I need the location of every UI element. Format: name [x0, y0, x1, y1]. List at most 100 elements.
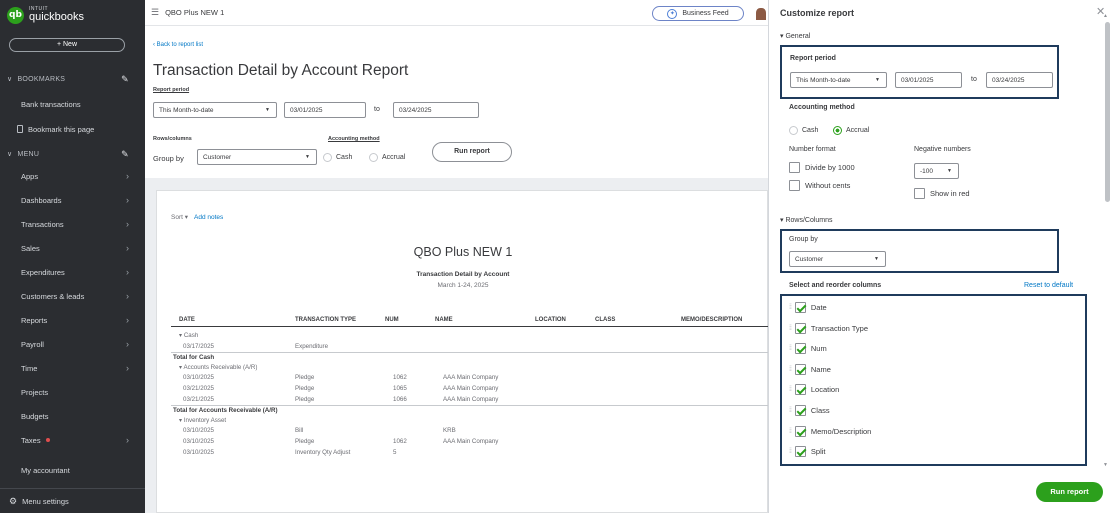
quickbooks-logo[interactable]: qb INTUIT quickbooks	[0, 0, 145, 30]
back-to-report-list-link[interactable]: ‹ Back to report list	[153, 42, 203, 48]
panel-to-date-value: 03/24/2025	[992, 76, 1025, 84]
table-row[interactable]: 03/10/2025 Bill KRB	[171, 426, 769, 437]
column-header[interactable]: CLASS	[595, 317, 615, 323]
bookmarks-section[interactable]: ∨ BOOKMARKS ✎	[0, 70, 145, 88]
column-option[interactable]: ⁞⁞ Location	[789, 384, 839, 396]
panel-group-by-select[interactable]: Customer ▼	[789, 251, 886, 267]
reset-to-default-link[interactable]: Reset to default	[1024, 282, 1073, 289]
sidebar-item-payroll[interactable]: Payroll ›	[0, 334, 145, 354]
sidebar-item-customers-leads[interactable]: Customers & leads ›	[0, 286, 145, 306]
checkbox-checked-icon[interactable]	[794, 302, 806, 313]
table-cell-type: Pledge	[295, 385, 315, 392]
table-row[interactable]: 03/10/2025 Pledge 1062 AAA Main Company	[171, 437, 769, 448]
checkbox-checked-icon[interactable]	[794, 363, 806, 375]
menu-section[interactable]: ∨ MENU ✎	[0, 145, 145, 163]
sort-button[interactable]: Sort ▾ Add notes	[171, 213, 223, 221]
column-option[interactable]: ⁞⁞ Memo/Description	[789, 425, 871, 437]
column-header[interactable]: LOCATION	[535, 317, 566, 323]
cash-radio[interactable]: Cash	[323, 153, 352, 162]
checkbox-checked-icon[interactable]	[794, 322, 806, 334]
drag-handle-icon[interactable]: ⁞⁞	[789, 386, 792, 393]
accrual-radio[interactable]: Accrual	[369, 153, 405, 162]
drag-handle-icon[interactable]: ⁞⁞	[789, 345, 792, 352]
table-row[interactable]: ▾ Inventory Asset	[171, 416, 769, 427]
sidebar-item-dashboards[interactable]: Dashboards ›	[0, 190, 145, 210]
sidebar-item-reports[interactable]: Reports ›	[0, 310, 145, 330]
pencil-icon[interactable]: ✎	[121, 74, 129, 85]
column-option-label: Class	[810, 406, 830, 415]
report-period-select[interactable]: This Month-to-date ▼	[153, 102, 277, 118]
drag-handle-icon[interactable]: ⁞⁞	[789, 325, 792, 332]
avatar[interactable]	[756, 8, 766, 20]
column-header[interactable]: TRANSACTION TYPE	[295, 317, 356, 323]
drag-handle-icon[interactable]: ⁞⁞	[789, 304, 792, 311]
from-date-input[interactable]: 03/01/2025	[284, 102, 366, 118]
without-cents-checkbox[interactable]: Without cents	[789, 180, 850, 191]
sidebar-item-time[interactable]: Time ›	[0, 358, 145, 378]
rows-columns-label: Rows/columns	[153, 136, 192, 142]
panel-to-date-input[interactable]: 03/24/2025	[986, 72, 1053, 88]
new-button[interactable]: + New	[9, 38, 125, 52]
table-row[interactable]: Total for Accounts Receivable (A/R)	[171, 405, 769, 416]
sidebar-item-transactions[interactable]: Transactions ›	[0, 214, 145, 234]
to-date-input[interactable]: 03/24/2025	[393, 102, 479, 118]
table-row[interactable]: 03/10/2025 Pledge 1062 AAA Main Company	[171, 373, 769, 384]
checkbox-checked-icon[interactable]	[794, 446, 806, 458]
sidebar-item-my-accountant[interactable]: My accountant	[0, 460, 145, 480]
checkbox-checked-icon[interactable]	[794, 384, 806, 396]
sidebar-item-taxes[interactable]: Taxes ›	[0, 430, 145, 450]
panel-run-report-button[interactable]: Run report	[1036, 482, 1103, 502]
column-option[interactable]: ⁞⁞ Date	[789, 302, 827, 313]
menu-toggle-icon[interactable]: ☰	[151, 7, 159, 18]
table-row[interactable]: ▾ Accounts Receivable (A/R)	[171, 363, 769, 374]
pencil-icon[interactable]: ✎	[121, 149, 129, 160]
sidebar-item-projects[interactable]: Projects	[0, 382, 145, 402]
table-row[interactable]: 03/21/2025 Pledge 1066 AAA Main Company	[171, 395, 769, 406]
divide-by-1000-checkbox[interactable]: Divide by 1000	[789, 162, 855, 173]
panel-from-date-input[interactable]: 03/01/2025	[895, 72, 962, 88]
panel-cash-radio[interactable]: Cash	[789, 126, 818, 135]
table-cell-date: ▾ Inventory Asset	[179, 416, 227, 424]
sidebar-item-budgets[interactable]: Budgets	[0, 406, 145, 426]
scroll-up-icon[interactable]: ▲	[1103, 13, 1108, 19]
show-in-red-checkbox[interactable]: Show in red	[914, 188, 970, 199]
business-feed-button[interactable]: ✦ Business Feed	[652, 6, 744, 21]
table-row[interactable]: 03/21/2025 Pledge 1065 AAA Main Company	[171, 384, 769, 395]
table-row[interactable]: ▾ Cash	[171, 331, 769, 342]
negative-numbers-select[interactable]: -100 ▼	[914, 163, 959, 179]
sidebar-item-bookmark-this-page[interactable]: Bookmark this page	[0, 119, 145, 139]
sidebar-item-sales[interactable]: Sales ›	[0, 238, 145, 258]
drag-handle-icon[interactable]: ⁞⁞	[789, 428, 792, 435]
drag-handle-icon[interactable]: ⁞⁞	[789, 366, 792, 373]
column-option[interactable]: ⁞⁞ Name	[789, 363, 831, 375]
sidebar-item-expenditures[interactable]: Expenditures ›	[0, 262, 145, 282]
run-report-button[interactable]: Run report	[432, 142, 512, 162]
column-header[interactable]: MEMO/DESCRIPTION	[681, 317, 742, 323]
scroll-down-icon[interactable]: ▼	[1103, 462, 1108, 468]
column-header[interactable]: NAME	[435, 317, 453, 323]
table-row[interactable]: Total for Cash	[171, 352, 769, 363]
column-header[interactable]: DATE	[179, 317, 195, 323]
general-section-toggle[interactable]: ▾ General	[780, 32, 810, 40]
column-option[interactable]: ⁞⁞ Num	[789, 343, 827, 355]
menu-settings-button[interactable]: ⚙ Menu settings	[0, 488, 145, 513]
add-notes-link[interactable]: Add notes	[194, 214, 223, 221]
panel-report-period-select[interactable]: This Month-to-date ▼	[790, 72, 887, 88]
table-row[interactable]: 03/10/2025 Inventory Qty Adjust 5	[171, 448, 769, 459]
drag-handle-icon[interactable]: ⁞⁞	[789, 448, 792, 455]
checkbox-checked-icon[interactable]	[794, 343, 806, 355]
sidebar-item-bank-transactions[interactable]: Bank transactions	[0, 94, 145, 114]
drag-handle-icon[interactable]: ⁞⁞	[789, 407, 792, 414]
table-row[interactable]: 03/17/2025 Expenditure	[171, 342, 769, 353]
sidebar-item-apps[interactable]: Apps ›	[0, 166, 145, 186]
column-header[interactable]: NUM	[385, 317, 399, 323]
group-by-select[interactable]: Customer ▼	[197, 149, 317, 165]
column-option[interactable]: ⁞⁞ Class	[789, 405, 830, 416]
checkbox-checked-icon[interactable]	[794, 425, 806, 437]
column-option[interactable]: ⁞⁞ Split	[789, 446, 825, 458]
checkbox-checked-icon[interactable]	[794, 405, 806, 416]
column-option[interactable]: ⁞⁞ Transaction Type	[789, 322, 868, 334]
rows-columns-section-toggle[interactable]: ▾ Rows/Columns	[780, 216, 833, 224]
panel-accrual-radio[interactable]: Accrual	[833, 126, 869, 135]
scrollbar[interactable]	[1105, 22, 1110, 202]
